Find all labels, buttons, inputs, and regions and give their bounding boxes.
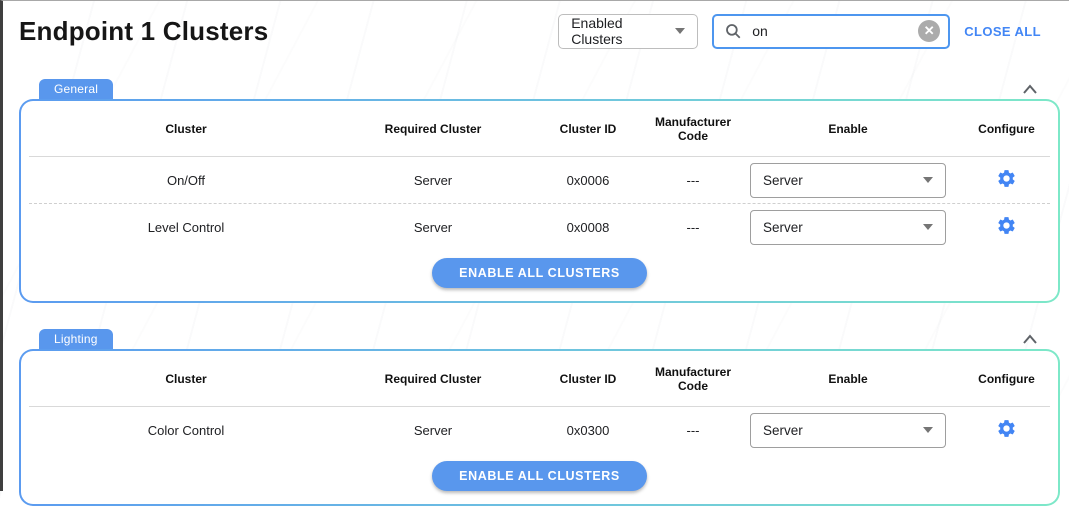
column-header-enable: Enable (733, 122, 963, 136)
required-cluster-value: Server (343, 173, 523, 188)
configure-gear-icon[interactable] (996, 168, 1017, 189)
search-icon (724, 22, 742, 40)
manufacturer-code-value: --- (653, 220, 733, 235)
search-box[interactable]: ✕ (712, 14, 950, 49)
close-all-button[interactable]: CLOSE ALL (964, 24, 1041, 39)
search-input[interactable] (750, 22, 918, 40)
table-row: Level Control Server 0x0008 --- Server (29, 204, 1050, 250)
column-header-configure: Configure (963, 372, 1050, 386)
collapse-section-button[interactable] (1020, 333, 1040, 345)
enable-all-clusters-button[interactable]: ENABLE ALL CLUSTERS (432, 258, 647, 288)
enable-all-clusters-button[interactable]: ENABLE ALL CLUSTERS (432, 461, 647, 491)
cluster-id-value: 0x0006 (523, 173, 653, 188)
clear-search-icon[interactable]: ✕ (918, 20, 940, 42)
enable-dropdown[interactable]: Server (750, 413, 946, 448)
section-badge: General (39, 79, 113, 99)
table-header-row: Cluster Required Cluster Cluster ID Manu… (29, 101, 1050, 157)
column-header-enable: Enable (733, 372, 963, 386)
column-header-manufacturer-code: Manufacturer Code (653, 365, 733, 393)
column-header-cluster: Cluster (29, 122, 343, 136)
required-cluster-value: Server (343, 423, 523, 438)
topbar: Endpoint 1 Clusters Enabled Clusters ✕ C… (3, 1, 1069, 57)
column-header-required-cluster: Required Cluster (343, 372, 523, 386)
column-header-manufacturer-code: Manufacturer Code (653, 115, 733, 143)
cluster-filter-value: Enabled Clusters (571, 15, 675, 47)
section-lighting: Lighting Cluster Required Cluster Cluste… (19, 327, 1060, 506)
topbar-controls: Enabled Clusters ✕ CLOSE ALL (558, 14, 1041, 49)
enable-dropdown-value: Server (763, 173, 803, 188)
chevron-down-icon (923, 427, 933, 433)
collapse-section-button[interactable] (1020, 83, 1040, 95)
enable-dropdown[interactable]: Server (750, 163, 946, 198)
column-header-configure: Configure (963, 122, 1050, 136)
section-lighting-card: Cluster Required Cluster Cluster ID Manu… (19, 349, 1060, 506)
cluster-filter-dropdown[interactable]: Enabled Clusters (558, 14, 698, 49)
enable-dropdown[interactable]: Server (750, 210, 946, 245)
section-badge: Lighting (39, 329, 113, 349)
chevron-up-icon (1022, 333, 1038, 345)
enable-dropdown-value: Server (763, 423, 803, 438)
cluster-name: Level Control (29, 220, 343, 235)
cluster-id-value: 0x0008 (523, 220, 653, 235)
column-header-cluster: Cluster (29, 372, 343, 386)
required-cluster-value: Server (343, 220, 523, 235)
cluster-name: On/Off (29, 173, 343, 188)
chevron-up-icon (1022, 83, 1038, 95)
section-general-head: General (19, 77, 1060, 99)
column-header-cluster-id: Cluster ID (523, 372, 653, 386)
configure-gear-icon[interactable] (996, 215, 1017, 236)
section-general: General Cluster Required Cluster Cluster… (19, 77, 1060, 303)
enable-dropdown-value: Server (763, 220, 803, 235)
column-header-required-cluster: Required Cluster (343, 122, 523, 136)
section-lighting-head: Lighting (19, 327, 1060, 349)
chevron-down-icon (675, 28, 685, 34)
manufacturer-code-value: --- (653, 423, 733, 438)
manufacturer-code-value: --- (653, 173, 733, 188)
chevron-down-icon (923, 177, 933, 183)
page-title: Endpoint 1 Clusters (19, 16, 268, 47)
section-general-card: Cluster Required Cluster Cluster ID Manu… (19, 99, 1060, 303)
configure-gear-icon[interactable] (996, 418, 1017, 439)
column-header-cluster-id: Cluster ID (523, 122, 653, 136)
cluster-id-value: 0x0300 (523, 423, 653, 438)
table-row: On/Off Server 0x0006 --- Server (29, 157, 1050, 204)
cluster-name: Color Control (29, 423, 343, 438)
table-row: Color Control Server 0x0300 --- Server (29, 407, 1050, 453)
table-header-row: Cluster Required Cluster Cluster ID Manu… (29, 351, 1050, 407)
chevron-down-icon (923, 224, 933, 230)
